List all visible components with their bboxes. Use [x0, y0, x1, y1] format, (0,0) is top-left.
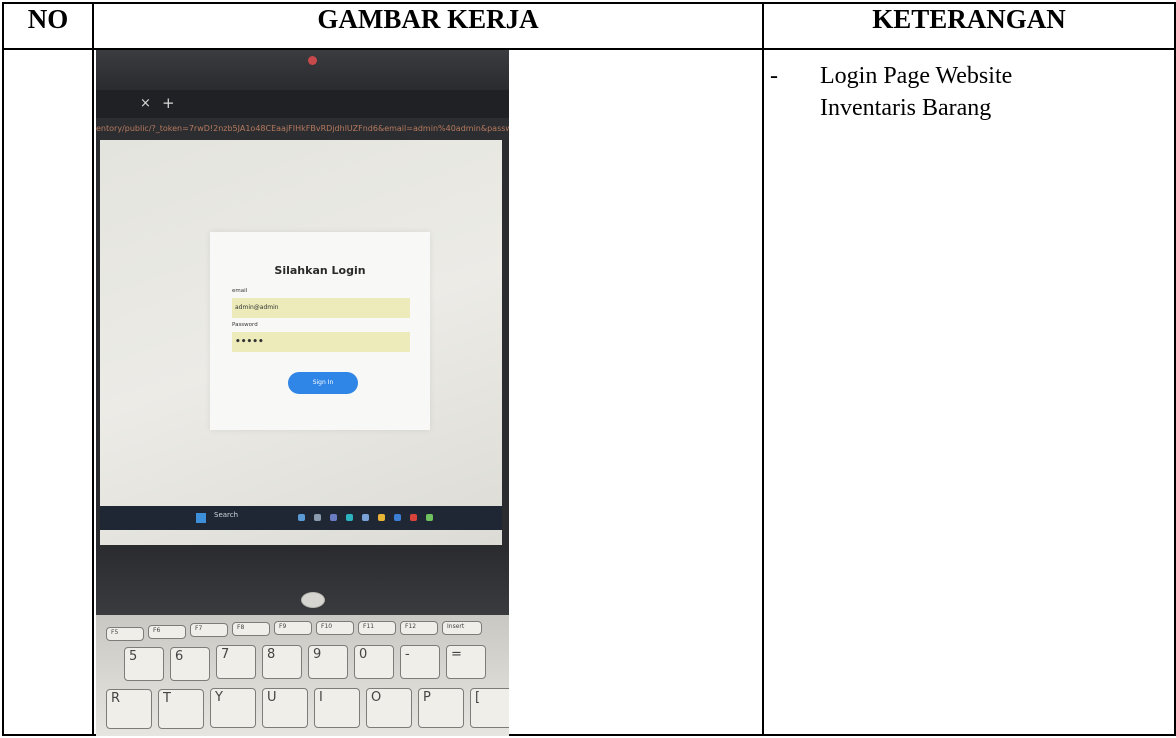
keyboard-key: F12	[400, 621, 438, 635]
keyboard-key: F5	[106, 627, 144, 641]
keyboard-key: =	[446, 645, 486, 679]
tab-close-icon: ×	[140, 96, 151, 111]
login-title: Silahkan Login	[274, 264, 366, 277]
keyboard-key: 7	[216, 645, 256, 679]
taskbar-app-icon	[330, 514, 337, 521]
browser-tab-bar: × +	[96, 90, 509, 118]
row-no-cell	[2, 48, 94, 736]
keyboard-key: T	[158, 689, 204, 729]
taskbar-app-icon	[394, 514, 401, 521]
keyboard-key: F9	[274, 621, 312, 635]
keyboard-key: P	[418, 688, 464, 728]
browser-viewport: Silahkan Login email admin@admin Passwor…	[100, 140, 502, 545]
row-keterangan-cell: - Login Page Website Inventaris Barang	[762, 48, 1176, 736]
keyboard-key: -	[400, 645, 440, 679]
sign-in-button: Sign In	[288, 372, 358, 394]
note-bullet: -	[770, 63, 778, 89]
keterangan-note: - Login Page Website Inventaris Barang	[764, 50, 1174, 124]
login-card: Silahkan Login email admin@admin Passwor…	[210, 232, 430, 430]
keyboard-key: I	[314, 688, 360, 728]
keyboard-key: F8	[232, 622, 270, 636]
note-text: Login Page Website Inventaris Barang	[820, 63, 1013, 121]
table-header-row: NO GAMBAR KERJA KETERANGAN	[2, 2, 1176, 50]
password-label: Password	[232, 322, 258, 328]
edge-icon	[346, 514, 353, 521]
keyboard-key: 8	[262, 645, 302, 679]
keyboard-key: 5	[124, 647, 164, 681]
keyboard-key: 9	[308, 645, 348, 679]
header-gambar-kerja: GAMBAR KERJA	[92, 2, 764, 50]
row-image-cell: × + entory/public/?_token=7rwD!2nzb5JA1o…	[92, 48, 764, 736]
keyboard-key: Insert	[442, 621, 482, 635]
keyboard-key: 6	[170, 647, 210, 681]
taskbar-app-icon	[410, 514, 417, 521]
file-explorer-icon	[378, 514, 385, 521]
taskbar-app-icon	[298, 514, 305, 521]
password-field: •••••	[232, 332, 410, 352]
table-row: × + entory/public/?_token=7rwD!2nzb5JA1o…	[2, 48, 1176, 736]
keyboard-deck: F5 F6 F7 F8 F9 F10 F11 F12 Insert 5 6 7 …	[96, 615, 509, 736]
header-keterangan: KETERANGAN	[762, 2, 1176, 50]
taskbar-search: Search	[214, 511, 239, 519]
keyboard-key: [	[470, 688, 509, 728]
document-page: NO GAMBAR KERJA KETERANGAN × + entory/pu…	[0, 0, 1176, 738]
keyboard-key: F11	[358, 621, 396, 635]
keyboard-key: 0	[354, 645, 394, 679]
webcam-icon	[308, 56, 317, 65]
windows-start-icon	[196, 513, 206, 523]
keyboard-key: F6	[148, 625, 186, 639]
laptop-top-bezel	[96, 50, 509, 90]
keyboard-key: F10	[316, 621, 354, 635]
taskbar-app-icon	[362, 514, 369, 521]
email-field: admin@admin	[232, 298, 410, 318]
laptop-photo: × + entory/public/?_token=7rwD!2nzb5JA1o…	[96, 50, 509, 736]
keyboard-key: F7	[190, 623, 228, 637]
taskbar-app-icon	[314, 514, 321, 521]
keyboard-key: R	[106, 689, 152, 729]
keyboard-key: O	[366, 688, 412, 728]
header-no: NO	[2, 2, 94, 50]
keyboard-key: Y	[210, 688, 256, 728]
browser-url: entory/public/?_token=7rwD!2nzb5JA1o48CE…	[96, 118, 509, 140]
work-table: NO GAMBAR KERJA KETERANGAN × + entory/pu…	[2, 2, 1176, 736]
new-tab-icon: +	[162, 94, 175, 112]
keyboard-key: U	[262, 688, 308, 728]
power-button-icon	[301, 592, 325, 608]
email-label: email	[232, 288, 248, 294]
windows-taskbar: Search	[100, 506, 502, 530]
chrome-icon	[426, 514, 433, 521]
